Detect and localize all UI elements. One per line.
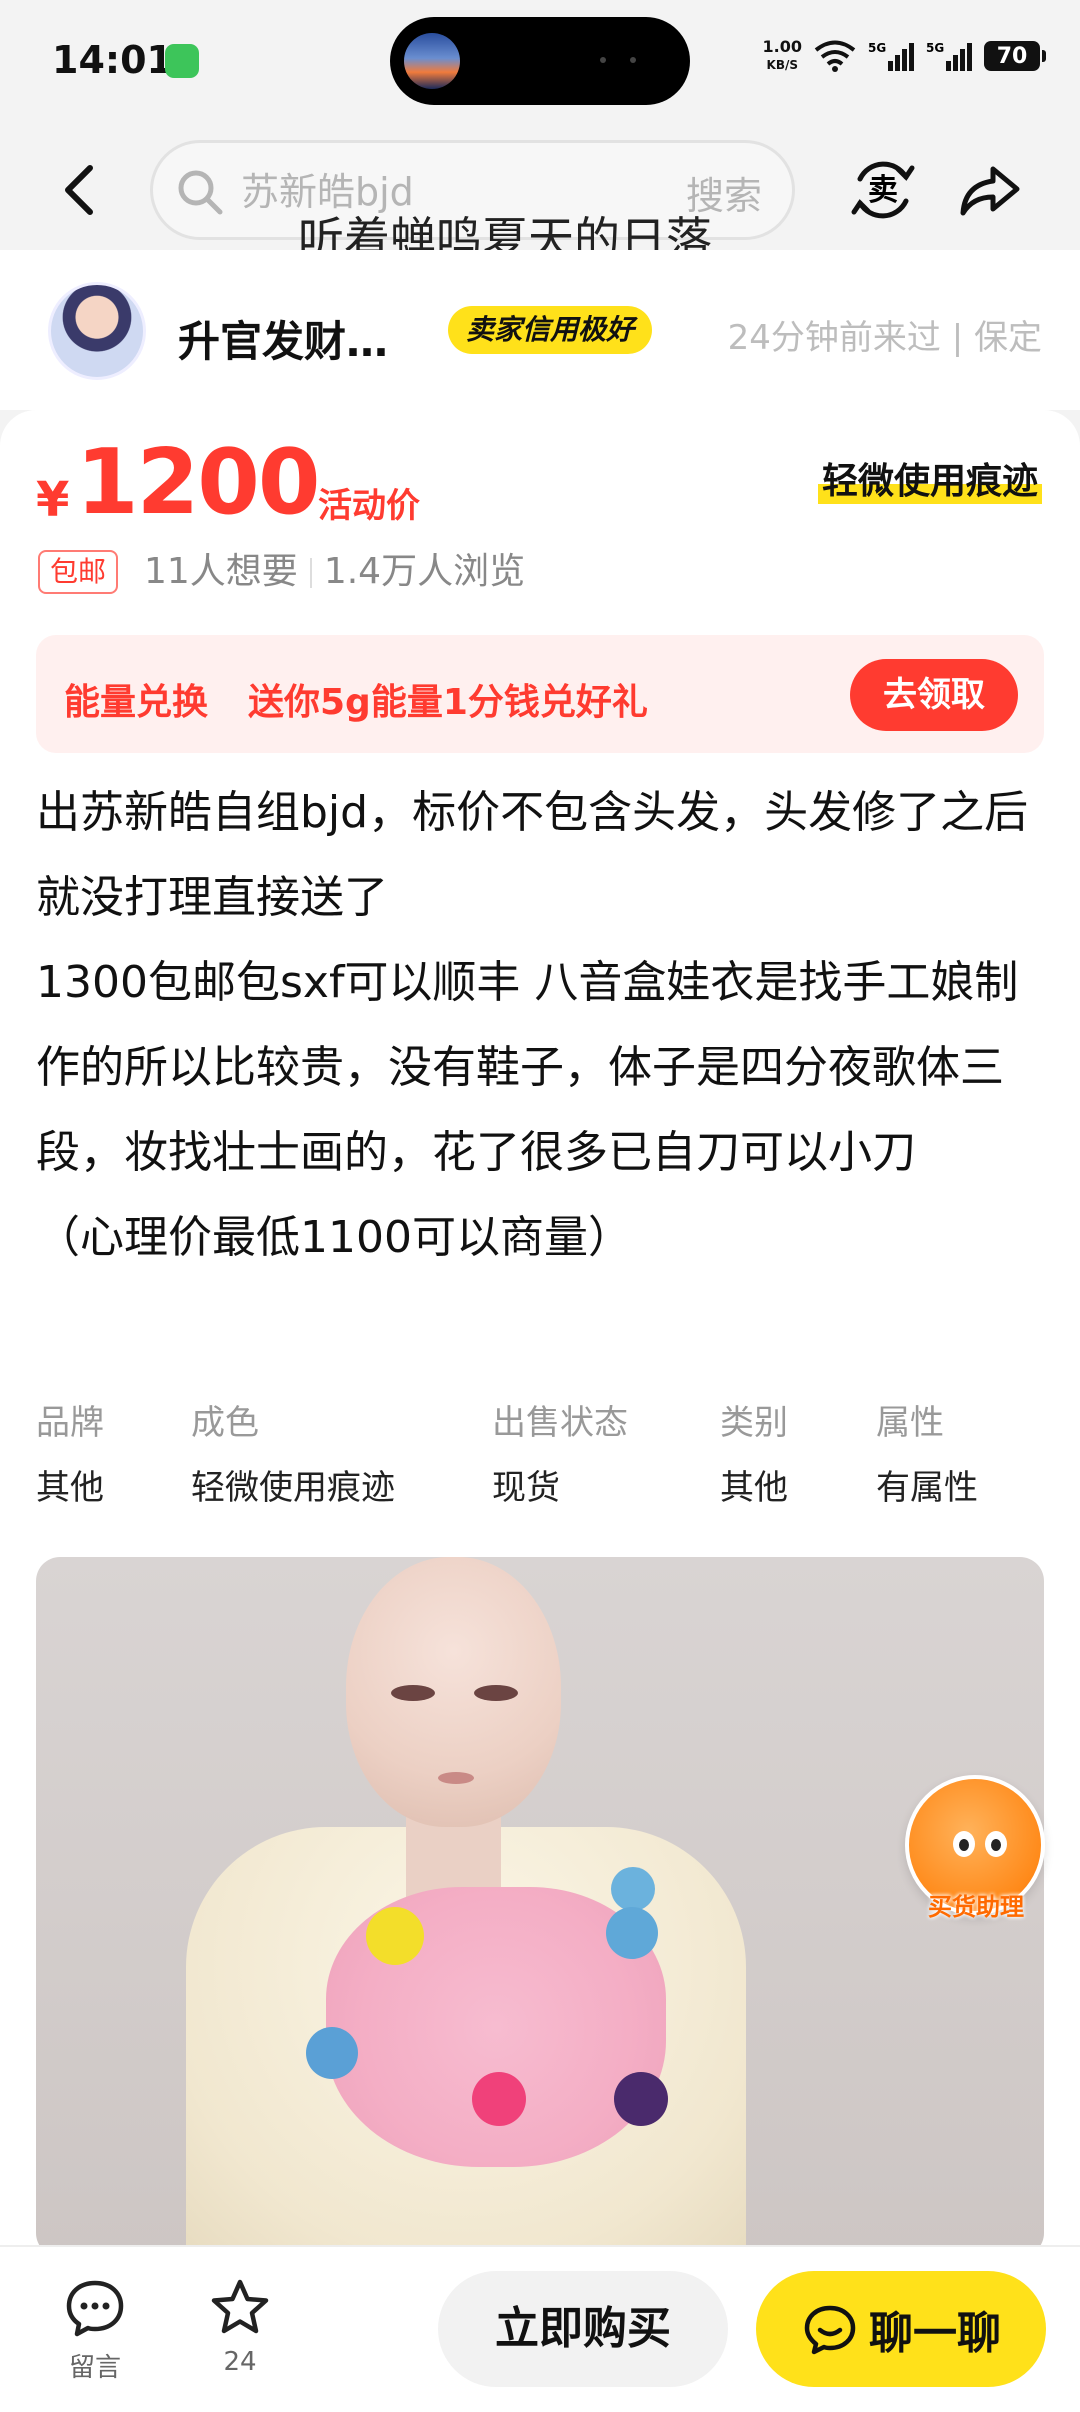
wants-count: 11人想要 xyxy=(144,551,298,592)
chat-icon xyxy=(804,2305,856,2355)
seller-name[interactable]: 升官发财… xyxy=(178,308,388,369)
back-button[interactable] xyxy=(50,160,110,220)
bottom-action-bar: 留言 24 立即购买 聊一聊 xyxy=(0,2245,1080,2412)
attribute-value: 其他 xyxy=(720,1468,788,1508)
attribute-condition: 成色 轻微使用痕迹 xyxy=(191,1395,395,1509)
media-thumbnail xyxy=(404,33,460,89)
sell-icon[interactable]: 卖 xyxy=(848,155,918,225)
favorite-button[interactable]: 24 xyxy=(195,2277,285,2377)
attribute-key: 品牌 xyxy=(36,1403,104,1443)
doll-neck xyxy=(406,1817,501,1897)
attribute-value: 有属性 xyxy=(876,1468,978,1508)
currency-symbol: ¥ xyxy=(36,472,70,528)
buy-now-button[interactable]: 立即购买 xyxy=(438,2271,728,2387)
chat-label: 聊一聊 xyxy=(869,2308,1001,2359)
dynamic-island[interactable] xyxy=(390,17,690,105)
pompom xyxy=(366,1907,424,1965)
shopping-assistant-button[interactable]: 买货助理 xyxy=(900,1775,1050,1925)
sell-icon-label: 卖 xyxy=(868,173,898,208)
product-description: 出苏新皓自组bjd，标价不包含头发，头发修了之后就没打理直接送了 1300包邮包… xyxy=(36,787,1029,1263)
attribute-value: 现货 xyxy=(492,1468,560,1508)
doll-eye xyxy=(474,1685,518,1701)
attribute-property: 属性 有属性 xyxy=(876,1395,978,1509)
claim-button[interactable]: 去领取 xyxy=(850,659,1018,731)
comment-label: 留言 xyxy=(68,2353,121,2383)
top-nav: 搜索 听着蝉鸣夏天的日落 卖 xyxy=(0,125,1080,266)
seller-avatar[interactable] xyxy=(48,282,146,380)
signal-5g-icon-2: 5G xyxy=(926,41,972,71)
attribute-value: 其他 xyxy=(36,1468,104,1508)
energy-promo-banner[interactable]: 能量兑换 送你5g能量1分钱兑好礼 去领取 xyxy=(36,635,1044,753)
divider xyxy=(309,558,312,588)
attribute-value: 轻微使用痕迹 xyxy=(191,1468,395,1508)
pompom xyxy=(611,1867,655,1911)
chat-button[interactable]: 聊一聊 xyxy=(756,2271,1046,2387)
credit-badge: 卖家信用极好 xyxy=(448,306,653,354)
comment-button[interactable]: 留言 xyxy=(50,2277,140,2384)
attribute-brand: 品牌 其他 xyxy=(36,1395,104,1509)
pompom xyxy=(472,2072,526,2126)
condition-label: 轻微使用痕迹 xyxy=(817,452,1042,504)
views-count: 1.4万人浏览 xyxy=(323,551,526,592)
seller-last-seen: 24分钟前来过 | 保定 xyxy=(727,318,1042,358)
pompom xyxy=(306,2027,358,2079)
seller-info[interactable]: 升官发财… 卖家信用极好 24分钟前来过 | 保定 xyxy=(0,250,1080,410)
price-tag: 活动价 xyxy=(318,486,420,526)
pompom xyxy=(606,1907,658,1959)
attribute-key: 属性 xyxy=(876,1403,944,1443)
product-stats: 11人想要 1.4万人浏览 xyxy=(144,550,525,594)
battery-indicator: 70 xyxy=(984,41,1046,71)
assistant-label: 买货助理 xyxy=(928,1893,1024,1921)
status-indicators: 1.00 KB/S 5G 5G 70 xyxy=(763,38,1046,74)
island-dot xyxy=(600,57,606,63)
comment-bubble-icon xyxy=(66,2280,124,2337)
energy-promo-desc: 送你5g能量1分钱兑好礼 xyxy=(248,682,648,723)
wifi-icon xyxy=(814,40,856,72)
energy-promo-title: 能量兑换 xyxy=(64,682,209,723)
product-card: ¥ 1200 活动价 轻微使用痕迹 包邮 11人想要 1.4万人浏览 能量兑换 送… xyxy=(0,410,1080,2257)
attribute-key: 出售状态 xyxy=(492,1403,628,1443)
favorite-count: 24 xyxy=(223,2347,257,2377)
pompom xyxy=(614,2072,668,2126)
doll-lips xyxy=(438,1772,474,1784)
notification-app-icon xyxy=(165,44,199,78)
mascot-eye xyxy=(953,1831,975,1857)
island-dot xyxy=(630,57,636,63)
attribute-table: 品牌 其他 成色 轻微使用痕迹 出售状态 现货 类别 其他 属性 有属性 xyxy=(36,1395,1046,1515)
attribute-sale-status: 出售状态 现货 xyxy=(492,1395,628,1509)
doll-eye xyxy=(391,1685,435,1701)
doll-head xyxy=(346,1557,561,1827)
star-icon xyxy=(211,2279,269,2334)
status-time: 14:01 xyxy=(52,38,173,82)
network-speed: 1.00 KB/S xyxy=(763,38,802,74)
svg-text:5G: 5G xyxy=(926,41,944,55)
attribute-category: 类别 其他 xyxy=(720,1395,788,1509)
chevron-left-icon xyxy=(65,165,93,215)
mascot-eye xyxy=(985,1831,1007,1857)
search-icon xyxy=(178,170,223,215)
status-bar: 14:01 1.00 KB/S 5G 5G 70 xyxy=(0,0,1080,125)
free-shipping-badge: 包邮 xyxy=(38,550,119,594)
price: 1200 xyxy=(76,430,320,535)
share-icon[interactable] xyxy=(955,155,1025,225)
network-speed-value: 1.00 xyxy=(762,37,802,56)
product-photo[interactable] xyxy=(36,1557,1044,2257)
attribute-key: 成色 xyxy=(191,1403,259,1443)
svg-text:5G: 5G xyxy=(868,41,886,55)
attribute-key: 类别 xyxy=(720,1403,788,1443)
network-speed-unit: KB/S xyxy=(766,58,798,72)
signal-5g-icon: 5G xyxy=(868,41,914,71)
